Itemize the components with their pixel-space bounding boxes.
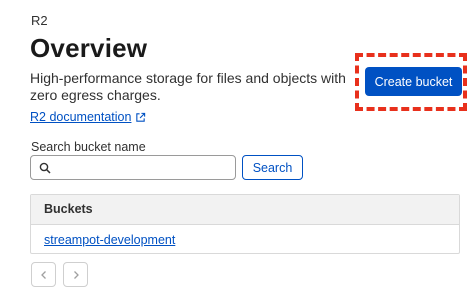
chevron-right-icon — [73, 270, 79, 279]
external-link-icon — [136, 112, 146, 122]
breadcrumb: R2 — [31, 13, 48, 28]
doc-link-label: R2 documentation — [30, 110, 132, 124]
next-page-button[interactable] — [63, 262, 88, 287]
previous-page-button[interactable] — [31, 262, 56, 287]
r2-documentation-link[interactable]: R2 documentation — [30, 110, 146, 124]
buckets-table: Buckets streampot-development — [30, 194, 460, 254]
bucket-link[interactable]: streampot-development — [44, 233, 175, 247]
search-input[interactable] — [30, 155, 236, 180]
search-button[interactable]: Search — [242, 155, 303, 180]
table-header: Buckets — [31, 195, 459, 225]
page-title: Overview — [30, 33, 148, 63]
table-row: streampot-development — [31, 225, 459, 255]
page-description: High-performance storage for files and o… — [30, 70, 346, 103]
create-bucket-button[interactable]: Create bucket — [365, 67, 462, 96]
chevron-left-icon — [40, 270, 46, 279]
search-label: Search bucket name — [31, 140, 146, 154]
search-icon — [39, 162, 51, 174]
